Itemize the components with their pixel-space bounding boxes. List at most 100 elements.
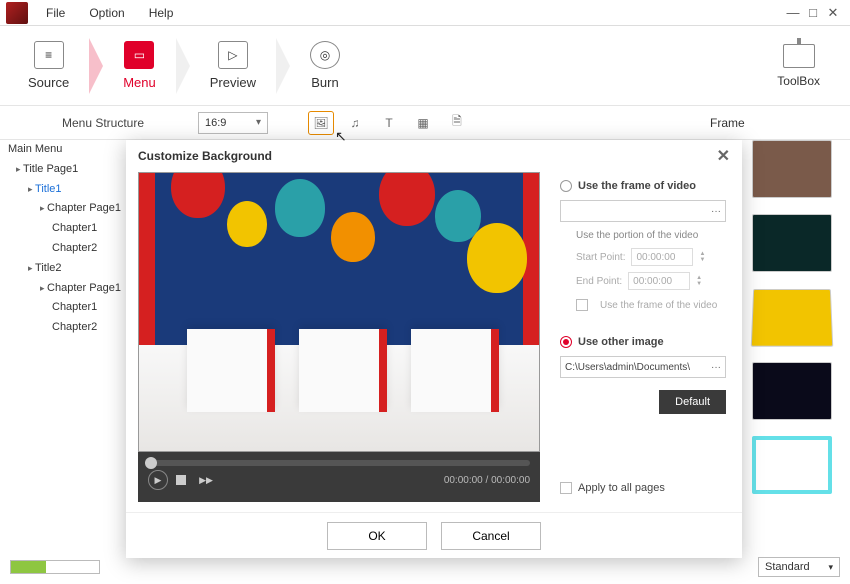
apply-all-checkbox[interactable] — [560, 482, 572, 494]
menu-file[interactable]: File — [34, 2, 77, 24]
step-toolbox[interactable]: ToolBox — [757, 36, 840, 96]
file-icon[interactable]: 🗎 — [444, 111, 470, 135]
quality-value: Standard — [765, 561, 810, 573]
playback-time: 00:00:00 / 00:00:00 — [444, 475, 530, 486]
frame-thumb-2[interactable] — [752, 214, 832, 272]
play-button[interactable]: ▶ — [148, 470, 168, 490]
end-point-row: End Point: ▲▼ — [576, 272, 726, 290]
customize-background-dialog: Customize Background ✕ ▶ — [126, 140, 742, 558]
music-icon[interactable]: ♫ — [342, 111, 368, 135]
radio-icon — [560, 180, 572, 192]
end-point-input[interactable] — [628, 272, 690, 290]
dialog-close-icon[interactable]: ✕ — [717, 146, 730, 166]
step-source-label: Source — [28, 75, 69, 90]
start-spinner[interactable]: ▲▼ — [699, 251, 705, 263]
end-spinner[interactable]: ▲▼ — [696, 275, 702, 287]
use-frame-checkbox[interactable] — [576, 299, 588, 311]
quality-select[interactable]: Standard — [758, 557, 840, 577]
frame-thumb-4[interactable] — [752, 362, 832, 420]
step-menu-label: Menu — [123, 75, 156, 90]
tree-chapter-page1[interactable]: Chapter Page1 — [4, 199, 124, 219]
step-source[interactable]: ≡ Source — [10, 33, 87, 98]
tree-chapter2b[interactable]: Chapter2 — [4, 318, 124, 338]
title-bar: File Option Help — □ ✕ — [0, 0, 850, 26]
close-button[interactable]: ✕ — [824, 4, 842, 22]
use-image-label: Use other image — [578, 336, 664, 348]
tree-chapter1[interactable]: Chapter1 — [4, 219, 124, 239]
grid-icon[interactable]: ▦ — [410, 111, 436, 135]
aspect-value: 16:9 — [205, 117, 226, 129]
background-icon[interactable]: 🖼 — [308, 111, 334, 135]
menu-icon: ▭ — [124, 41, 154, 69]
menu-structure-label: Menu Structure — [8, 116, 198, 130]
maximize-button[interactable]: □ — [804, 4, 822, 22]
dialog-title: Customize Background — [138, 149, 272, 163]
browse-icon[interactable]: ··· — [711, 206, 721, 217]
stop-button[interactable] — [176, 475, 186, 485]
apply-all-label: Apply to all pages — [578, 482, 665, 494]
tree-main-menu[interactable]: Main Menu — [4, 140, 124, 160]
portion-hint: Use the portion of the video — [576, 230, 726, 241]
preview-pane: ▶ ▶▶ 00:00:00 / 00:00:00 — [138, 172, 540, 502]
frame-thumb-3[interactable] — [751, 289, 834, 347]
use-frame-radio-row[interactable]: Use the frame of video — [560, 180, 726, 192]
tree-chapter1b[interactable]: Chapter1 — [4, 298, 124, 318]
text-icon[interactable]: T — [376, 111, 402, 135]
frame-thumbnails — [752, 140, 840, 494]
start-point-row: Start Point: ▲▼ — [576, 248, 726, 266]
frame-label: Frame — [702, 116, 842, 130]
burn-icon: ◎ — [310, 41, 340, 69]
video-controls: ▶ ▶▶ 00:00:00 / 00:00:00 — [138, 452, 540, 502]
preview-image — [138, 172, 540, 452]
arrow-icon — [176, 38, 190, 94]
tree-title1[interactable]: Title1 — [4, 180, 124, 200]
tree-title-page1[interactable]: Title Page1 — [4, 160, 124, 180]
tree-chapter2[interactable]: Chapter2 — [4, 239, 124, 259]
menu-tree: Main Menu Title Page1 Title1 Chapter Pag… — [4, 140, 124, 338]
step-preview[interactable]: ▷ Preview — [192, 33, 274, 98]
image-path-value: C:\Users\admin\Documents\ — [565, 362, 690, 373]
app-icon — [6, 2, 28, 24]
image-path-input[interactable]: C:\Users\admin\Documents\ ··· — [560, 356, 726, 378]
next-button[interactable]: ▶▶ — [196, 470, 216, 490]
arrow-icon — [276, 38, 290, 94]
start-point-input[interactable] — [631, 248, 693, 266]
use-frame-label: Use the frame of video — [578, 180, 696, 192]
disc-usage-bar — [10, 560, 100, 574]
frame-thumb-5[interactable] — [752, 436, 832, 494]
ok-button[interactable]: OK — [327, 522, 427, 550]
radio-icon — [560, 336, 572, 348]
minimize-button[interactable]: — — [784, 4, 802, 22]
step-preview-label: Preview — [210, 75, 256, 90]
preview-icon: ▷ — [218, 41, 248, 69]
sub-toolbar: Menu Structure 16:9 🖼 ♫ T ▦ 🗎 Frame — [0, 106, 850, 140]
end-point-label: End Point: — [576, 276, 622, 287]
default-button[interactable]: Default — [659, 390, 726, 414]
menu-help[interactable]: Help — [137, 2, 186, 24]
window-controls: — □ ✕ — [784, 4, 850, 22]
options-pane: Use the frame of video ··· Use the porti… — [550, 172, 730, 502]
tree-title2[interactable]: Title2 — [4, 259, 124, 279]
step-toolbar: ≡ Source ▭ Menu ▷ Preview ◎ Burn ToolBox — [0, 26, 850, 106]
aspect-ratio-select[interactable]: 16:9 — [198, 112, 268, 134]
step-burn[interactable]: ◎ Burn — [292, 33, 358, 98]
cancel-button[interactable]: Cancel — [441, 522, 541, 550]
icon-toolbar: 🖼 ♫ T ▦ 🗎 — [308, 111, 470, 135]
video-path-input[interactable]: ··· — [560, 200, 726, 222]
source-icon: ≡ — [34, 41, 64, 69]
use-frame-chk-label: Use the frame of the video — [600, 300, 717, 311]
step-menu[interactable]: ▭ Menu — [105, 33, 174, 98]
menu-option[interactable]: Option — [77, 2, 136, 24]
start-point-label: Start Point: — [576, 252, 625, 263]
step-toolbox-label: ToolBox — [777, 74, 820, 88]
dialog-footer: OK Cancel — [126, 512, 742, 558]
browse-icon[interactable]: ··· — [711, 362, 721, 373]
dialog-header: Customize Background ✕ — [126, 140, 742, 172]
toolbox-icon — [783, 44, 815, 68]
status-bar: Standard — [10, 556, 840, 578]
tree-chapter-page1b[interactable]: Chapter Page1 — [4, 279, 124, 299]
apply-all-row[interactable]: Apply to all pages — [560, 482, 726, 494]
progress-slider[interactable] — [148, 460, 530, 466]
frame-thumb-1[interactable] — [752, 140, 832, 198]
use-image-radio-row[interactable]: Use other image — [560, 336, 726, 348]
